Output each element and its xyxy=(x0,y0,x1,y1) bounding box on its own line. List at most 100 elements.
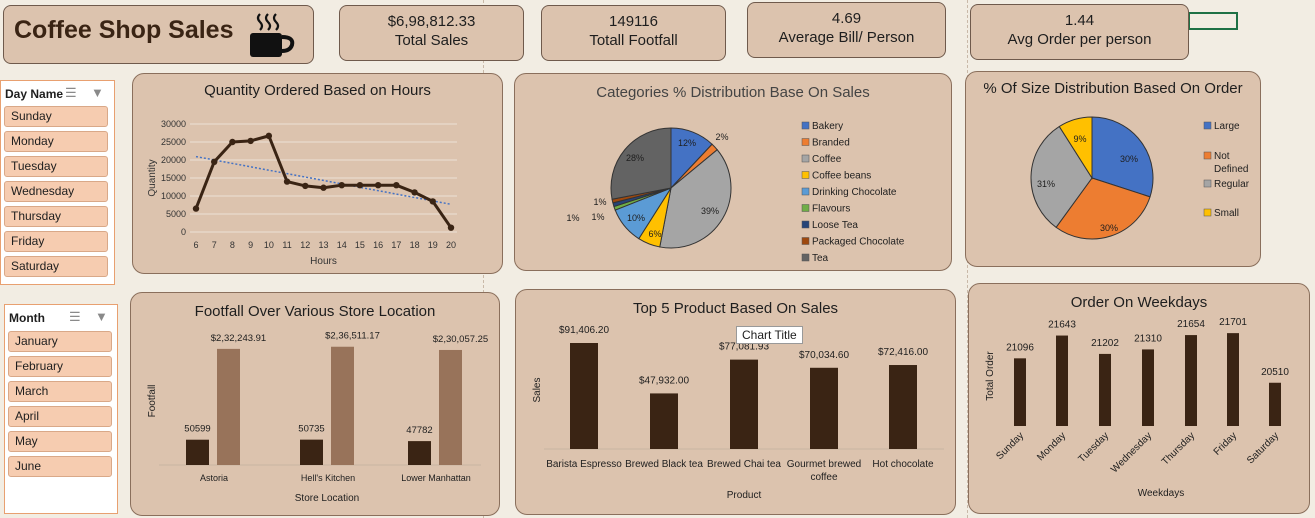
x-tick-label: 19 xyxy=(428,240,438,250)
kpi-average-bill: 4.69 Average Bill/ Person xyxy=(747,2,946,58)
weekday-orders-chart: 21096 Sunday 21643 Monday 21202 Tuesday 21310 W… xyxy=(985,317,1289,499)
x-tick-label: Monday xyxy=(1035,430,1068,463)
slicer-item-sunday[interactable]: Sunday xyxy=(4,106,108,127)
slicer-item-january[interactable]: January xyxy=(8,331,112,352)
data-label: 21701 xyxy=(1219,317,1247,328)
x-tick-label: 18 xyxy=(410,240,420,250)
legend-swatch xyxy=(801,154,810,163)
footfall-store-panel: Footfall Over Various Store Location 505… xyxy=(130,292,500,516)
legend-label-cont: Defined xyxy=(1214,164,1248,175)
x-tick-label: Sunday xyxy=(994,430,1026,462)
legend-swatch xyxy=(801,187,810,196)
slicer-item-february[interactable]: February xyxy=(8,356,112,377)
x-axis-label: Product xyxy=(727,490,762,501)
legend-swatch xyxy=(1203,179,1212,188)
x-tick-label: 12 xyxy=(300,240,310,250)
x-tick-label: 8 xyxy=(230,240,235,250)
y-tick-label: 30000 xyxy=(161,119,186,129)
selected-cell[interactable] xyxy=(1188,12,1238,30)
slicer-item-april[interactable]: April xyxy=(8,406,112,427)
data-label: 50599 xyxy=(184,424,210,435)
size-pie-chart: 30% 30% 31% 9% Large Not Regular Small Defined xyxy=(1030,116,1250,240)
clear-filter-icon[interactable]: ▼ xyxy=(95,309,108,324)
bar xyxy=(408,441,431,465)
slicer-item-thursday[interactable]: Thursday xyxy=(4,206,108,227)
bar xyxy=(1099,353,1111,426)
slice-label: 2% xyxy=(715,132,728,142)
trendline xyxy=(195,155,452,206)
slice-label: 1% xyxy=(591,212,604,222)
y-axis-label: Footfall xyxy=(147,385,158,418)
legend-swatch xyxy=(801,237,810,245)
slicer-item-march[interactable]: March xyxy=(8,381,112,402)
legend-swatch xyxy=(801,138,810,146)
legend-label: Large xyxy=(1214,121,1240,132)
pie-slice xyxy=(610,127,672,200)
y-tick-label: 25000 xyxy=(161,137,186,147)
data-point xyxy=(356,182,364,189)
data-label: $2,32,243.91 xyxy=(211,333,266,344)
slicer-item-monday[interactable]: Monday xyxy=(4,131,108,152)
category-pie-panel: Categories % Distribution Base On Sales … xyxy=(514,73,952,271)
data-point xyxy=(211,158,218,165)
x-tick-label: 10 xyxy=(264,240,274,250)
multi-select-icon[interactable]: ☰ xyxy=(69,309,81,325)
slicer-item-tuesday[interactable]: Tuesday xyxy=(4,156,108,177)
top-products-panel: Top 5 Product Based On Sales $91,406.20 $… xyxy=(515,289,956,515)
slicer-item-may[interactable]: May xyxy=(8,431,112,452)
category-pie-chart: 12% 2% 39% 6%10% 1% 1% 1% 28% Bakery Branded Coffe… xyxy=(566,121,904,264)
clear-filter-icon[interactable]: ▼ xyxy=(91,85,104,100)
bar xyxy=(186,439,209,465)
legend-label: Regular xyxy=(1214,179,1250,190)
data-label: $91,406.20 xyxy=(559,325,609,336)
slicer-item-june[interactable]: June xyxy=(8,456,112,477)
kpi-value: 149116 xyxy=(609,13,658,30)
legend-label: Branded xyxy=(812,138,850,149)
slicer-item-friday[interactable]: Friday xyxy=(4,231,108,252)
legend-swatch xyxy=(1203,208,1212,217)
bar xyxy=(810,367,838,449)
x-tick-label: Hell's Kitchen xyxy=(301,473,355,483)
x-tick-label: Gourmet brewed xyxy=(787,459,861,470)
bar xyxy=(331,346,354,465)
top-products-chart: $91,406.20$47,932.00$77,081.93$70,034.60… xyxy=(532,325,944,501)
kpi-value: 4.69 xyxy=(831,10,862,27)
data-point xyxy=(192,205,200,212)
data-label: 21643 xyxy=(1048,320,1076,331)
x-axis-label: Weekdays xyxy=(1138,488,1185,499)
data-label: 21096 xyxy=(1006,342,1034,353)
legend-swatch xyxy=(801,253,810,262)
bar xyxy=(217,348,240,465)
slicer-item-wednesday[interactable]: Wednesday xyxy=(4,181,108,202)
legend-label: Loose Tea xyxy=(812,220,858,231)
y-tick-label: 5000 xyxy=(166,209,186,219)
data-point xyxy=(338,182,345,189)
slice-label: 39% xyxy=(701,206,719,216)
x-tick-label: Wednesday xyxy=(1109,430,1154,475)
x-tick-label-cont: coffee xyxy=(810,472,837,483)
kpi-total-footfall: 149116 Totall Footfall xyxy=(541,5,726,61)
data-point xyxy=(247,137,254,145)
data-label: $2,36,511.17 xyxy=(325,331,380,342)
x-tick-label: 20 xyxy=(446,240,456,250)
data-point xyxy=(393,182,400,189)
x-tick-label: Brewed Black tea xyxy=(625,459,703,470)
y-tick-label: 15000 xyxy=(161,173,186,183)
x-tick-label: Friday xyxy=(1212,430,1239,457)
slice-label: 6% xyxy=(648,229,661,239)
kpi-value: 1.44 xyxy=(1064,12,1095,29)
kpi-total-sales: $6,98,812.33 Total Sales xyxy=(339,5,524,61)
bar xyxy=(570,343,598,449)
data-point xyxy=(265,132,273,140)
x-tick-label: Barista Espresso xyxy=(546,459,622,470)
data-label: $2,30,057.25 xyxy=(433,334,488,345)
x-tick-label: 13 xyxy=(318,240,328,250)
kpi-label: Average Bill/ Person xyxy=(778,29,915,46)
data-point xyxy=(302,182,309,190)
data-point xyxy=(374,182,382,189)
slicer-item-saturday[interactable]: Saturday xyxy=(4,256,108,277)
data-label: 21202 xyxy=(1091,338,1119,349)
bar xyxy=(1269,382,1281,426)
y-axis-label: Quantity xyxy=(147,159,158,196)
multi-select-icon[interactable]: ☰ xyxy=(65,85,77,101)
